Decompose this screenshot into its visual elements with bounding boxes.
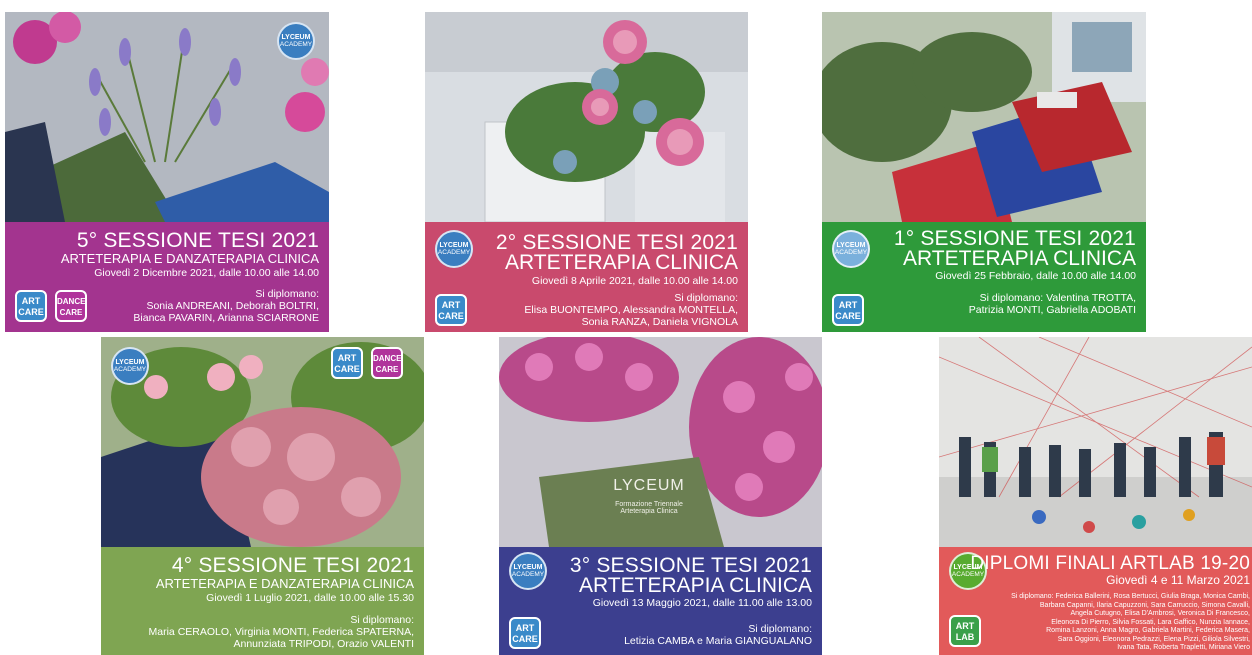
bouquet-photo: [425, 12, 748, 222]
badge-text: CARE: [375, 365, 399, 374]
session-title: 4° SESSIONE TESI 2021: [171, 554, 414, 577]
graduates-line: Elisa BUONTEMPO, Alessandra MONTELLA,: [524, 304, 738, 316]
graduates-line: Romina Lanzoni, Anna Magro, Gabriela Mar…: [1046, 627, 1250, 634]
session-5-info-band: 5° SESSIONE TESI 2021 ARTETERAPIA E DANZ…: [5, 222, 329, 332]
art-care-badge: ART CARE: [509, 617, 541, 649]
badge-text: DANCE: [57, 297, 86, 306]
graduates-line: Si diplomano:: [748, 623, 812, 635]
logo-line-2: ACADEMY: [834, 249, 868, 256]
badge-text: CARE: [59, 308, 83, 317]
badge-text: DANCE: [373, 354, 402, 363]
graduates-list: Si diplomano: Valentina TROTTA, Patrizia…: [969, 292, 1136, 316]
session-date: Giovedì 1 Luglio 2021, dalle 10.00 alle …: [206, 592, 414, 604]
badge-text: ART: [441, 300, 461, 310]
logo-line-2: ACADEMY: [511, 571, 545, 578]
session-subtitle: ARTETERAPIA CLINICA: [902, 247, 1136, 270]
lyceum-academy-logo: LYCEUM ACADEMY: [832, 230, 870, 268]
session-date: Giovedì 25 Febbraio, dalle 10.00 alle 14…: [935, 270, 1136, 282]
session-3-info-band: LYCEUM ACADEMY 3° SESSIONE TESI 2021 ART…: [499, 547, 822, 655]
session-1-info-band: LYCEUM ACADEMY 1° SESSIONE TESI 2021 ART…: [822, 222, 1146, 332]
lyceum-academy-logo: LYCEUM ACADEMY: [277, 22, 315, 60]
graduates-line: Patrizia MONTI, Gabriella ADOBATI: [968, 304, 1136, 316]
book-cover-text: LYCEUM Formazione Triennale Arteterapia …: [594, 477, 704, 515]
azaleas-book-photo: [499, 337, 822, 547]
lyceum-academy-logo: LYCEUM ACADEMY: [435, 230, 473, 268]
logo-line-1: LYCEUM: [439, 242, 469, 249]
book-title: LYCEUM: [613, 477, 685, 494]
graduates-line: Barbara Capanni, Ilaria Capuzzoni, Sara …: [1039, 601, 1250, 609]
badge-text: ART: [838, 300, 858, 310]
graduates-line: Si diplomano:: [350, 614, 414, 626]
art-care-badge: ART CARE: [435, 294, 467, 326]
session-3-card: LYCEUM Formazione Triennale Arteterapia …: [499, 337, 822, 655]
session-2-card: LYCEUM ACADEMY 2° SESSIONE TESI 2021 ART…: [425, 12, 748, 332]
session-1-card: LYCEUM ACADEMY 1° SESSIONE TESI 2021 ART…: [822, 12, 1146, 332]
artlab-info-band: LYCEUM ACADEMY DIPLOMI FINALI ARTLAB 19-…: [939, 547, 1252, 655]
session-subtitle: ARTETERAPIA CLINICA: [504, 251, 738, 274]
books-plants-photo: [822, 12, 1146, 222]
dance-care-badge: DANCE CARE: [55, 290, 87, 322]
badge-text: ART: [515, 623, 535, 633]
graduates-line: Sonia ANDREANI, Deborah BOLTRI,: [146, 300, 319, 312]
session-5-card: LYCEUM ACADEMY 5° SESSIONE TESI 2021 ART…: [5, 12, 329, 332]
workshop-photo: [939, 337, 1252, 547]
graduates-line: Letizia CAMBA e Maria GIANGUALANO: [624, 635, 812, 647]
graduates-list: Si diplomano: Elisa BUONTEMPO, Alessandr…: [524, 292, 738, 328]
logo-line-2: ACADEMY: [113, 366, 147, 373]
graduates-line: Si diplomano: Valentina TROTTA,: [979, 292, 1136, 304]
session-subtitle: ARTETERAPIA E DANZATERAPIA CLINICA: [155, 576, 414, 591]
graduates-line: Si diplomano: Federica Ballerini, Rosa B…: [1011, 593, 1250, 600]
book-line: Formazione Triennale: [615, 501, 683, 508]
logo-line-1: LYCEUM: [513, 564, 543, 571]
badge-text: ART: [955, 621, 975, 631]
graduates-list: Si diplomano: Maria CERAOLO, Virginia MO…: [149, 614, 414, 650]
badge-text: CARE: [334, 364, 360, 374]
badge-text: ART: [21, 296, 41, 306]
dance-care-badge: DANCE CARE: [371, 347, 403, 379]
graduates-list: Si diplomano: Sonia ANDREANI, Deborah BO…: [133, 288, 319, 324]
art-care-badge: ART CARE: [331, 347, 363, 379]
session-4-info-band: 4° SESSIONE TESI 2021 ARTETERAPIA E DANZ…: [101, 547, 424, 655]
session-title: 5° SESSIONE TESI 2021: [76, 229, 319, 252]
graduates-line: Ivana Tata, Roberta Trapletti, Miriana V…: [1117, 644, 1250, 651]
graduates-line: Si diplomano:: [255, 288, 319, 300]
book-line: Arteterapia Clinica: [620, 508, 678, 515]
logo-line-1: LYCEUM: [836, 242, 866, 249]
session-subtitle: ARTETERAPIA E DANZATERAPIA CLINICA: [60, 251, 319, 266]
session-date: Giovedì 8 Aprile 2021, dalle 10.00 alle …: [531, 275, 738, 287]
lyceum-academy-logo: LYCEUM ACADEMY: [111, 347, 149, 385]
badge-text: LAB: [955, 632, 975, 642]
session-4-card: LYCEUM ACADEMY ART CARE DANCE CARE 4° SE…: [101, 337, 424, 655]
graduates-line: Sara Oggioni, Eleonora Pedrazzi, Elena P…: [1057, 635, 1250, 643]
lyceum-academy-logo: LYCEUM ACADEMY: [509, 552, 547, 590]
art-care-badge: ART CARE: [15, 290, 47, 322]
graduates-line: Si diplomano:: [674, 292, 738, 304]
graduates-list: Si diplomano: Letizia CAMBA e Maria GIAN…: [624, 623, 812, 647]
logo-line-2: ACADEMY: [437, 249, 471, 256]
graduates-line: Eleonora Di Pierro, Silvia Fossati, Lara…: [1051, 618, 1250, 626]
graduates-line: Bianca PAVARIN, Arianna SCIARRONE: [133, 312, 319, 324]
session-date: Giovedì 4 e 11 Marzo 2021: [1106, 573, 1250, 587]
graduates-line: Sonia RANZA, Daniela VIGNOLA: [581, 316, 738, 328]
badge-text: CARE: [512, 634, 538, 644]
session-title: DIPLOMI FINALI ARTLAB 19-20: [970, 553, 1250, 574]
logo-line-2: ACADEMY: [279, 41, 313, 48]
session-subtitle: ARTETERAPIA CLINICA: [578, 574, 812, 597]
badge-text: CARE: [438, 311, 464, 321]
logo-line-1: LYCEUM: [281, 34, 311, 41]
graduates-list: Si diplomano: Federica Ballerini, Rosa B…: [1011, 593, 1250, 653]
session-date: Giovedì 13 Maggio 2021, dalle 11.00 alle…: [592, 597, 812, 609]
badge-text: CARE: [18, 307, 44, 317]
graduates-line: Angela Cutugno, Elisa D'Ambrosi, Veronic…: [1070, 610, 1250, 617]
session-2-info-band: LYCEUM ACADEMY 2° SESSIONE TESI 2021 ART…: [425, 222, 748, 332]
artlab-card: LYCEUM ACADEMY DIPLOMI FINALI ARTLAB 19-…: [939, 337, 1252, 655]
badge-text: ART: [337, 353, 357, 363]
art-care-badge: ART CARE: [832, 294, 864, 326]
badge-text: CARE: [835, 311, 861, 321]
art-lab-badge: ART LAB: [949, 615, 981, 647]
graduates-line: Annunziata TRIPODI, Orazio VALENTI: [233, 638, 414, 650]
logo-line-1: LYCEUM: [115, 359, 145, 366]
graduates-line: Maria CERAOLO, Virginia MONTI, Federica …: [148, 626, 414, 638]
session-date: Giovedì 2 Dicembre 2021, dalle 10.00 all…: [94, 267, 319, 279]
